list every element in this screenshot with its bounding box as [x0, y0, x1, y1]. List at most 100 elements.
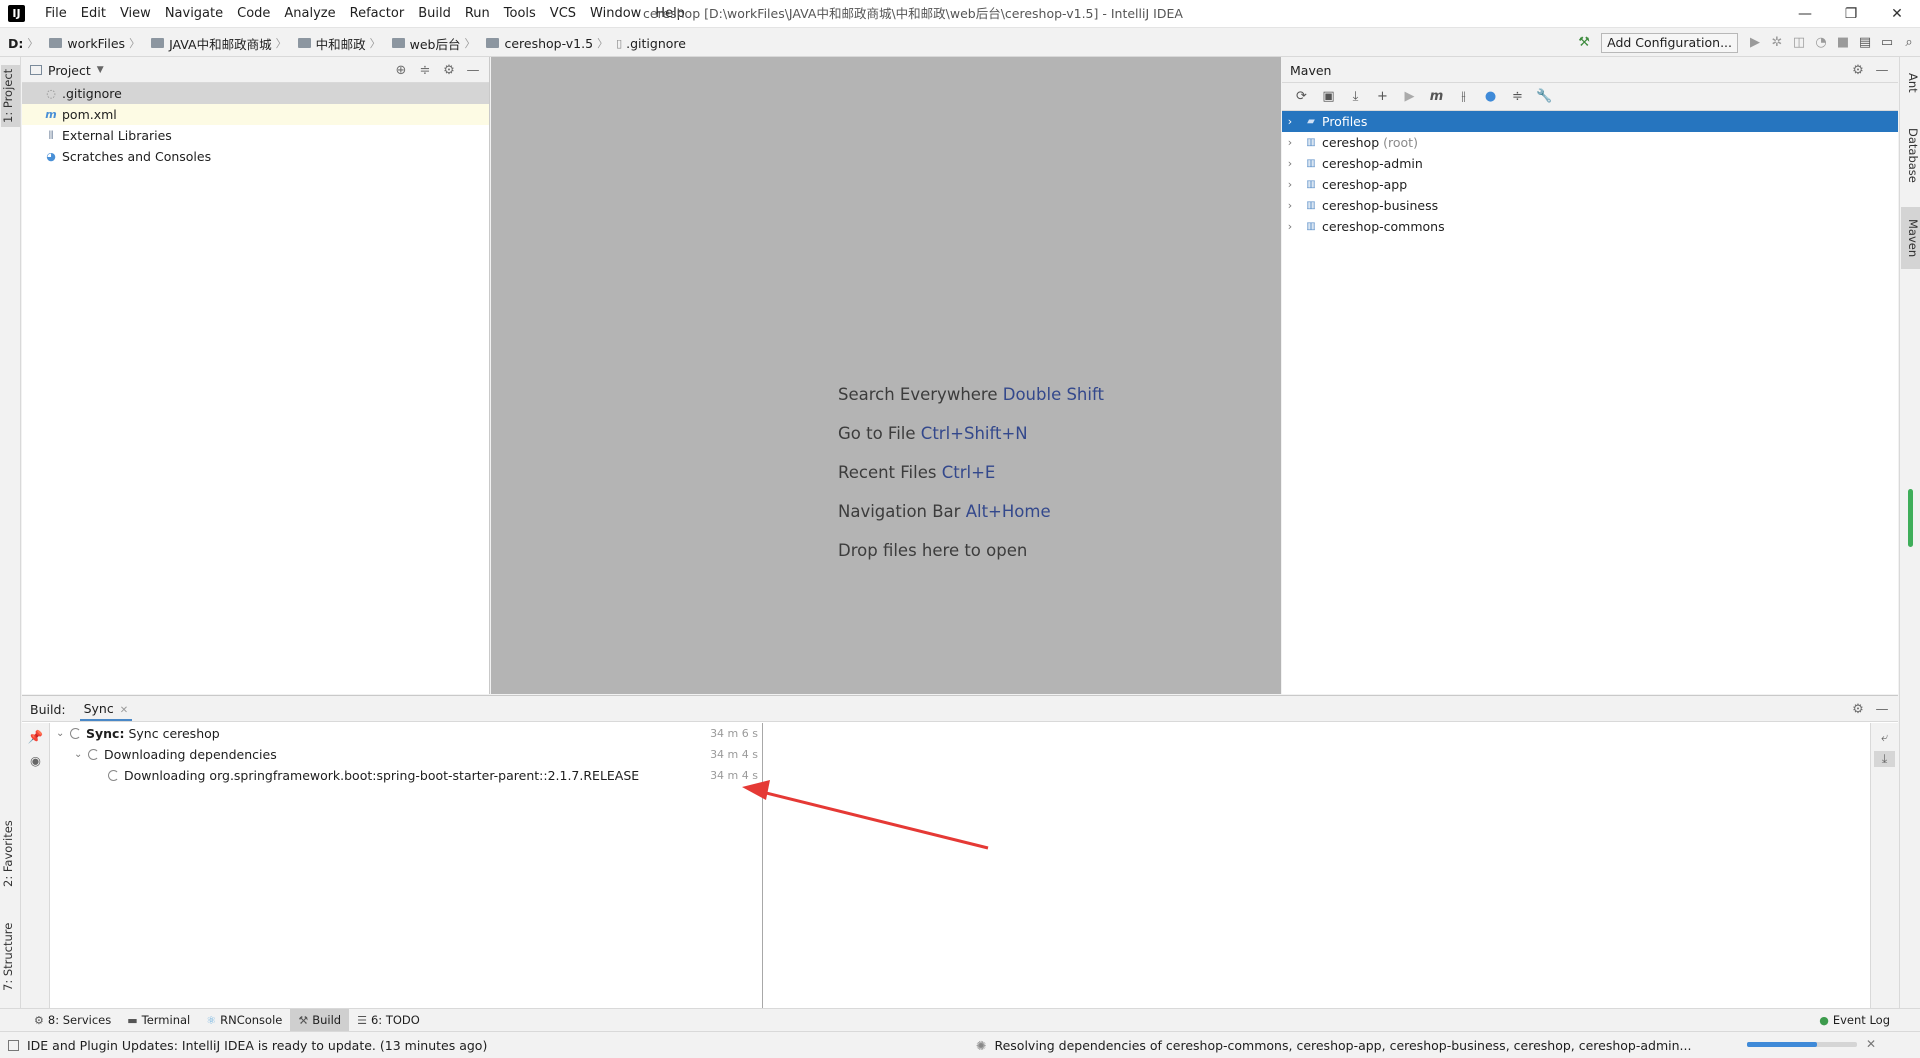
build-row-sync[interactable]: ⌄ Sync: Sync cereshop 34 m 6 s — [50, 723, 762, 744]
breadcrumb-drive[interactable]: D: 〉 — [8, 29, 46, 57]
maven-item-cereshop[interactable]: › ▥ cereshop (root) — [1282, 132, 1898, 153]
menu-build[interactable]: Build — [411, 0, 458, 28]
intellij-logo-icon: IJ — [8, 5, 25, 22]
tool-tab-favorites[interactable]: 2: Favorites — [1, 817, 20, 891]
project-view-selector[interactable]: Project ▼ — [30, 57, 104, 83]
project-structure-icon[interactable]: ▤ — [1854, 32, 1876, 54]
window-title: cereshop [D:\workFiles\JAVA中和邮政商城\中和邮政\w… — [643, 6, 1183, 21]
build-console-output[interactable] — [764, 723, 1870, 1009]
menu-view[interactable]: View — [113, 0, 158, 28]
run-icon[interactable]: ▶ — [1744, 32, 1766, 54]
debug-icon[interactable]: ✲ — [1766, 32, 1788, 54]
menu-run[interactable]: Run — [458, 0, 497, 28]
presentation-icon[interactable]: ▭ — [1876, 32, 1898, 54]
stop-icon[interactable]: ■ — [1832, 32, 1854, 54]
maven-toolbar: ⟳ ▣ ⤓ + ▶ m ⫲ ● ≑ 🔧 — [1282, 83, 1898, 111]
maven-item-cereshop-commons[interactable]: › ▥ cereshop-commons — [1282, 216, 1898, 237]
eye-icon[interactable]: ◉ — [22, 753, 49, 768]
minimize-button[interactable]: — — [1782, 0, 1828, 28]
build-panel: Build: Sync ✕ ⚙ — 📌 ◉ ⌄ Sync: Sync ceresh… — [22, 695, 1898, 1009]
editor-empty-area[interactable]: Search Everywhere Double Shift Go to Fil… — [491, 57, 1281, 694]
event-log-button[interactable]: ● Event Log — [1811, 1009, 1898, 1031]
tool-tab-todo[interactable]: ☰ 6: TODO — [349, 1009, 428, 1031]
cancel-task-icon[interactable]: ✕ — [1866, 1037, 1876, 1051]
breadcrumb-workfiles[interactable]: workFiles 〉 — [46, 29, 148, 57]
profile-icon[interactable]: ◔ — [1810, 32, 1832, 54]
menu-refactor[interactable]: Refactor — [343, 0, 412, 28]
tool-tab-build[interactable]: ⚒ Build — [290, 1009, 350, 1031]
tool-tab-database[interactable]: Database — [1901, 119, 1920, 191]
gear-icon[interactable]: ⚙ — [437, 63, 461, 78]
generate-sources-icon[interactable]: ▣ — [1315, 89, 1342, 104]
status-bar: IDE and Plugin Updates: IntelliJ IDEA is… — [0, 1031, 1920, 1058]
chevron-right-icon: › — [1287, 199, 1293, 212]
scratches-icon: ◕ — [46, 149, 56, 163]
search-icon[interactable]: ⌕ — [1898, 32, 1920, 54]
menu-window[interactable]: Window — [583, 0, 648, 28]
build-hammer-icon[interactable]: ⚒ — [1573, 32, 1595, 54]
menu-file[interactable]: File — [38, 0, 74, 28]
maven-goal-icon[interactable]: m — [1423, 89, 1450, 104]
breadcrumb-web-backend[interactable]: web后台〉 — [389, 29, 484, 57]
collapse-all-icon[interactable]: ≑ — [413, 63, 437, 78]
menu-vcs[interactable]: VCS — [543, 0, 583, 28]
breadcrumb-java-mall[interactable]: JAVA中和邮政商城〉 — [148, 29, 295, 57]
tree-item-pom-xml[interactable]: m pom.xml — [22, 104, 489, 125]
tool-tab-rnconsole[interactable]: ⚛ RNConsole — [198, 1009, 290, 1031]
build-row-downloading[interactable]: ⌄ Downloading dependencies 34 m 4 s — [50, 744, 762, 765]
status-background-task[interactable]: ✺ Resolving dependencies of cereshop-com… — [976, 1032, 1691, 1058]
status-update-message[interactable]: IDE and Plugin Updates: IntelliJ IDEA is… — [8, 1032, 487, 1058]
hide-panel-icon[interactable]: — — [1870, 63, 1894, 78]
coverage-icon[interactable]: ◫ — [1788, 32, 1810, 54]
restore-button[interactable]: ❐ — [1828, 0, 1874, 28]
soft-wrap-icon[interactable]: ⤶ — [1871, 729, 1898, 745]
project-panel-icon — [30, 65, 42, 75]
maven-item-cereshop-admin[interactable]: › ▥ cereshop-admin — [1282, 153, 1898, 174]
progress-bar[interactable] — [1747, 1042, 1857, 1047]
menu-tools[interactable]: Tools — [497, 0, 543, 28]
tool-tab-maven[interactable]: Maven — [1901, 207, 1920, 269]
breadcrumb-cereshop[interactable]: cereshop-v1.5 〉 — [483, 29, 616, 57]
tree-item-external-libraries[interactable]: ⫴ External Libraries — [22, 125, 489, 146]
tab-sync[interactable]: Sync ✕ — [79, 697, 133, 721]
breadcrumb-gitignore[interactable]: ▯ .gitignore — [616, 29, 690, 57]
menu-edit[interactable]: Edit — [74, 0, 113, 28]
close-icon: ✕ — [119, 705, 129, 716]
collapse-all-icon[interactable]: ≑ — [1504, 89, 1531, 104]
download-icon[interactable]: ⤓ — [1342, 89, 1369, 104]
maven-item-cereshop-business[interactable]: › ▥ cereshop-business — [1282, 195, 1898, 216]
close-button[interactable]: ✕ — [1874, 0, 1920, 28]
pin-icon[interactable]: 📌 — [22, 729, 49, 745]
scroll-to-end-icon[interactable]: ⤓ — [1874, 751, 1895, 767]
tool-tab-services[interactable]: ⚙ 8: Services — [26, 1009, 119, 1031]
add-configuration-button[interactable]: Add Configuration... — [1601, 33, 1738, 53]
hide-panel-icon[interactable]: — — [461, 63, 485, 78]
gear-icon[interactable]: ⚙ — [1846, 702, 1870, 717]
hide-panel-icon[interactable]: — — [1870, 702, 1894, 717]
tool-tab-terminal[interactable]: ▬ Terminal — [119, 1009, 198, 1031]
maven-item-profiles[interactable]: › ▰ Profiles — [1282, 111, 1898, 132]
reload-icon[interactable]: ⟳ — [1288, 89, 1315, 104]
toggle-offline-icon[interactable]: ⫲ — [1450, 89, 1477, 104]
maven-item-cereshop-app[interactable]: › ▥ cereshop-app — [1282, 174, 1898, 195]
tool-tab-project[interactable]: 1: Project — [1, 65, 20, 127]
menu-code[interactable]: Code — [230, 0, 277, 28]
run-icon[interactable]: ▶ — [1396, 89, 1423, 104]
tree-item-gitignore[interactable]: ◌ .gitignore — [22, 83, 489, 104]
hint-recent-files: Recent Files Ctrl+E — [838, 463, 996, 482]
add-icon[interactable]: + — [1369, 89, 1396, 104]
wrench-icon[interactable]: 🔧 — [1531, 89, 1558, 104]
build-row-download-parent[interactable]: Downloading org.springframework.boot:spr… — [50, 765, 762, 786]
locate-file-icon[interactable]: ⊕ — [389, 63, 413, 78]
gear-icon[interactable]: ⚙ — [1846, 63, 1870, 78]
right-tool-stripe: Ant Database Maven — [1899, 57, 1920, 1009]
breadcrumb-zhonghe[interactable]: 中和邮政〉 — [295, 29, 389, 57]
tool-tab-ant[interactable]: Ant — [1901, 63, 1920, 103]
left-tool-stripe: 1: Project 2: Favorites 7: Structure — [0, 57, 21, 1009]
tree-item-scratches[interactable]: ◕ Scratches and Consoles — [22, 146, 489, 167]
tool-tab-structure[interactable]: 7: Structure — [1, 917, 20, 997]
chevron-right-icon: 〉 — [597, 37, 609, 50]
menu-navigate[interactable]: Navigate — [158, 0, 230, 28]
skip-tests-icon[interactable]: ● — [1477, 89, 1504, 104]
menu-analyze[interactable]: Analyze — [277, 0, 342, 28]
